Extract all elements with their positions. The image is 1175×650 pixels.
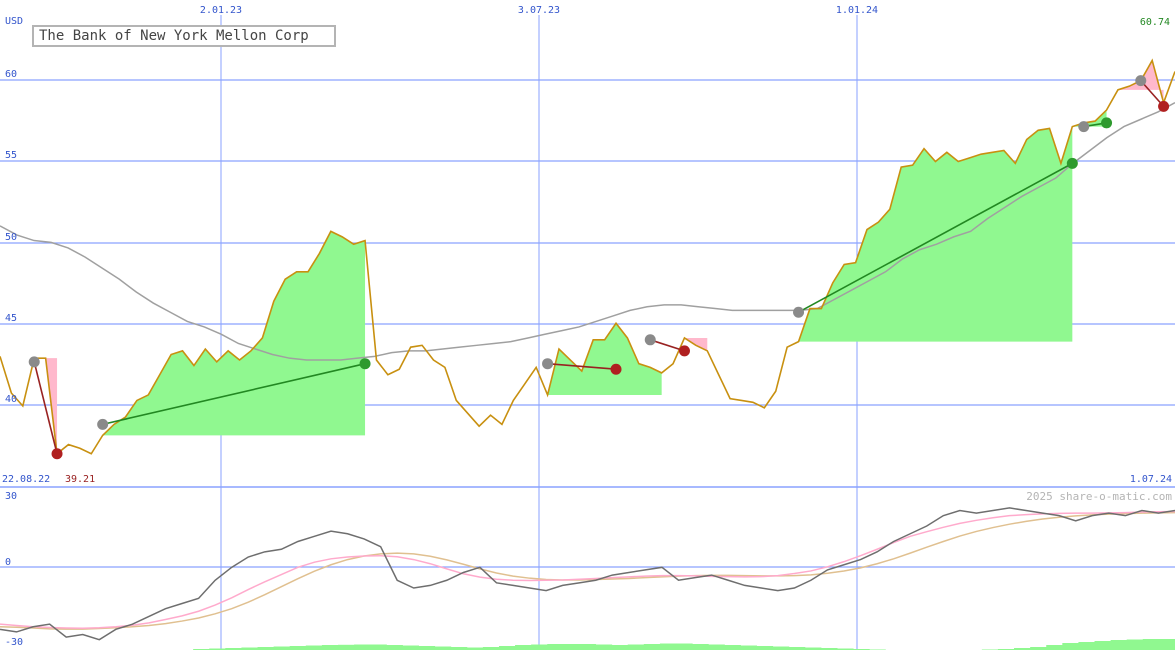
oscillator-bar [547,644,564,650]
oscillator-bar [1062,643,1079,650]
chart-title: The Bank of New York Mellon Corp [32,25,336,47]
oscillator-bar [611,645,629,650]
oscillator-bar [515,645,532,650]
oscillator-bar [1078,642,1096,650]
oscillator-bar [740,645,758,650]
oscillator-bar [386,645,403,650]
oscillator-bar [289,646,307,650]
oscillator-bar [321,645,339,650]
osc-tick-label: 0 [5,557,11,568]
oscillator-bar [756,646,774,650]
oscillator-bar [772,646,790,650]
oscillator-bar [627,644,645,650]
trade-entry-marker-1 [28,356,40,368]
oscillator-bar [563,644,580,650]
oscillator-slow-line [0,511,1175,630]
oscillator-bar [724,645,741,650]
oscillator-bar [1110,640,1128,650]
trade-entry-marker-4 [644,334,656,346]
last-value-label: 60.74 [1140,17,1170,28]
trade-exit-marker-1 [51,448,63,460]
y-tick-label: 55 [5,150,17,161]
trade-entry-marker-2 [97,418,109,430]
oscillator-bar [579,644,597,650]
osc-tick-label: -30 [5,637,23,648]
oscillator-bar [273,646,291,650]
oscillator-bar [708,644,725,650]
range-start-label: 22.08.22 [2,474,50,485]
oscillator-bar [1046,645,1063,650]
trade-exit-marker-6 [1101,117,1113,129]
oscillator-bar [402,645,419,650]
oscillator-bar [305,645,323,650]
trade-exit-marker-3 [610,363,622,375]
oscillator-momentum-line [0,507,1175,641]
oscillator-bar [643,644,661,650]
range-end-label: 1.07.24 [1130,474,1172,485]
oscillator-bar [659,643,677,650]
trade-exit-marker-7 [1158,100,1170,112]
price-chart: USD 40 45 50 55 60 2.01.23 3.07.23 1.01.24 60.74 2… [0,5,1175,650]
y-tick-label: 45 [5,313,17,324]
oscillator-bar [370,644,387,650]
oscillator-bar [338,644,355,650]
oscillator-bars [193,639,1175,650]
oscillator-bar [692,644,709,650]
oscillator-bar [595,644,613,650]
oscillator-bar [354,644,371,650]
trade-fill-2 [102,231,366,436]
y-tick-label: 50 [5,232,17,243]
oscillator-bar [1094,641,1112,650]
y-tick-label: 60 [5,69,17,80]
trade-exit-marker-5 [1066,157,1078,169]
trade-fill-5 [798,126,1073,342]
oscillator-bar [1142,639,1160,650]
trade-entry-marker-5 [793,306,805,318]
oscillator-bar [531,644,548,650]
y-tick-label: 40 [5,394,17,405]
trade-fill-3 [547,323,662,395]
osc-tick-label: 30 [5,491,17,502]
x-tick-label: 3.07.23 [518,5,560,16]
trade-exit-marker-4 [678,345,690,357]
x-tick-label: 1.01.24 [836,5,878,16]
trade-entry-marker-7 [1135,75,1147,87]
oscillator-bar [1158,639,1175,650]
trade-exit-marker-2 [359,358,371,370]
oscillator-bar [498,646,516,650]
min-value-label: 39.21 [65,474,95,485]
trade-entry-marker-6 [1078,121,1090,133]
watermark: 2025 share-o-matic.com [1026,490,1172,503]
trade-entry-marker-3 [542,358,554,370]
oscillator-bar [1126,639,1144,650]
oscillator-bar [434,646,452,650]
oscillator-fast-line [0,510,1175,630]
x-tick-label: 2.01.23 [200,5,242,16]
y-axis-unit-label: USD [5,16,23,27]
trade-fills [34,60,1164,454]
oscillator-bar [418,646,436,650]
oscillator-bar [676,643,693,650]
